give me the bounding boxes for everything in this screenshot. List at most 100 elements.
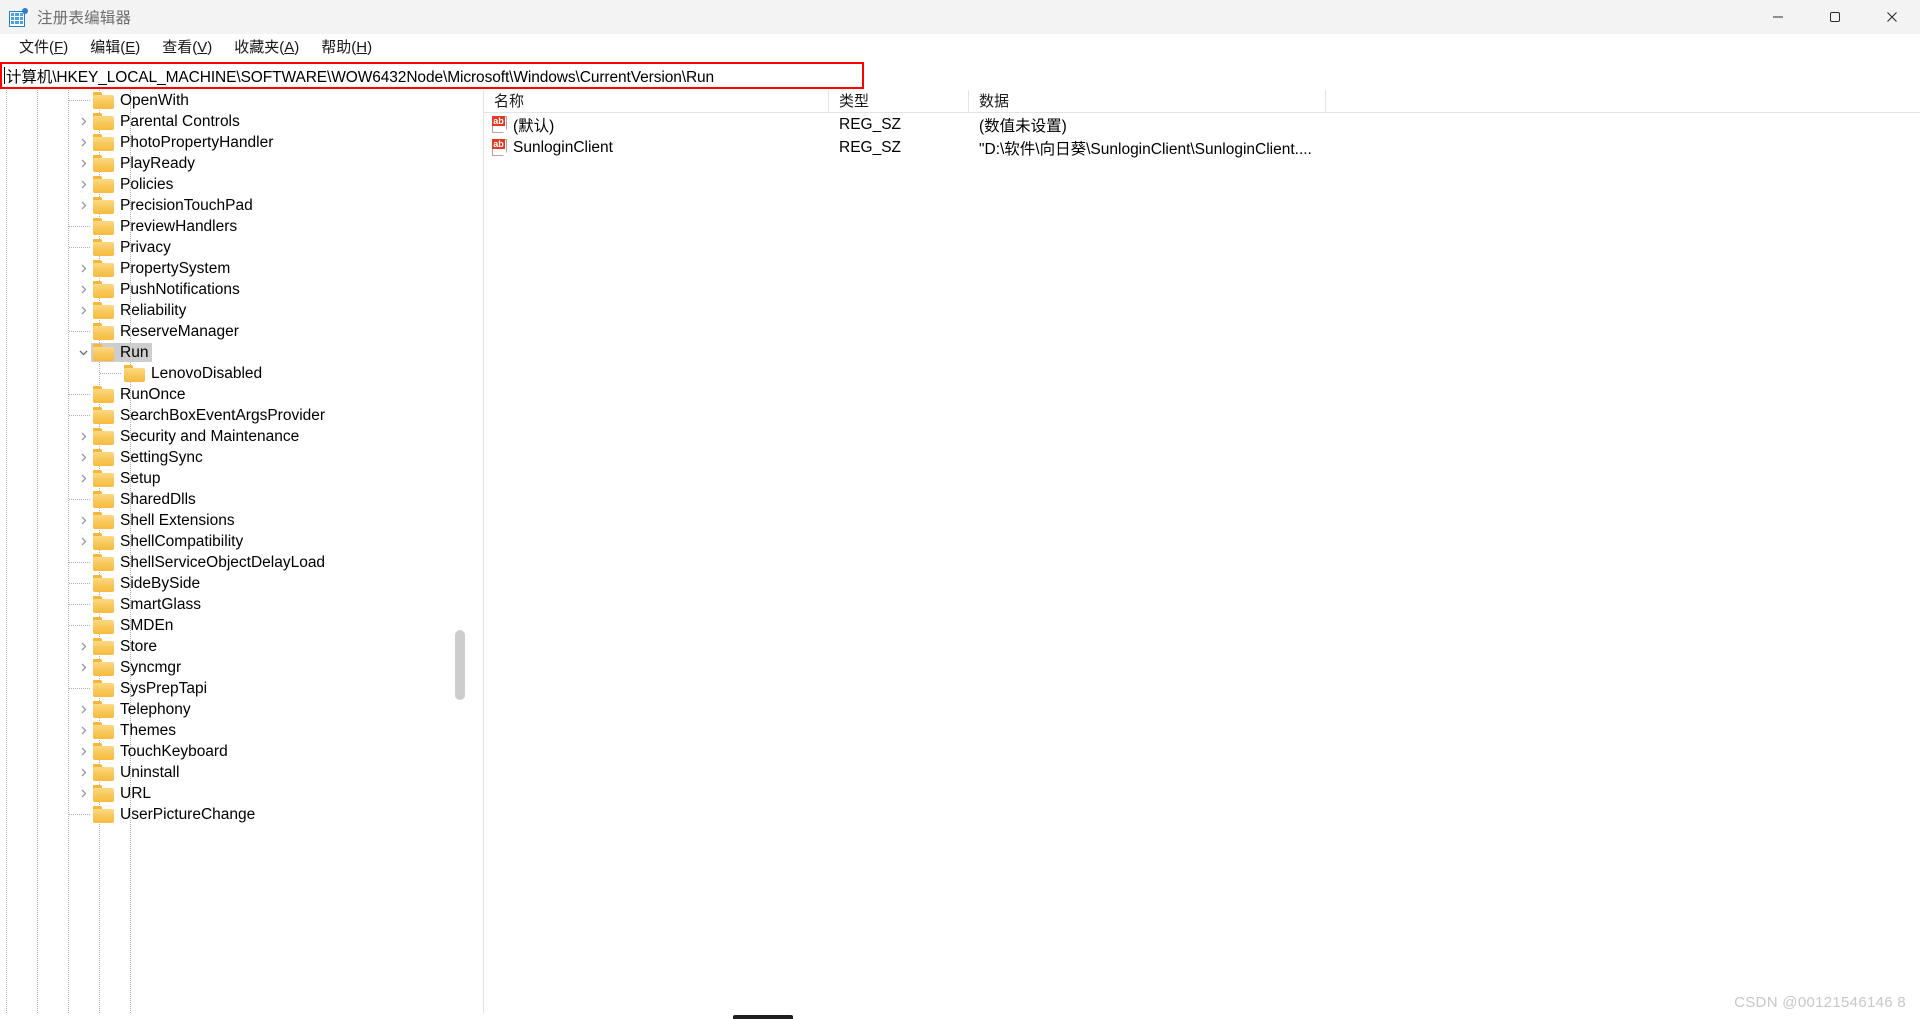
- tree-item-shareddlls[interactable]: SharedDlls: [0, 489, 462, 510]
- tree-item-syncmgr[interactable]: Syncmgr: [0, 657, 462, 678]
- chevron-right-icon[interactable]: [75, 510, 91, 531]
- minimize-button[interactable]: [1749, 0, 1806, 34]
- close-button[interactable]: [1863, 0, 1920, 34]
- tree-item-smartglass[interactable]: SmartGlass: [0, 594, 462, 615]
- tree-item-uninstall[interactable]: Uninstall: [0, 762, 462, 783]
- tree-item-parental-controls[interactable]: Parental Controls: [0, 111, 462, 132]
- tree-item-hit[interactable]: OpenWith: [91, 91, 193, 110]
- tree-item-shell-extensions[interactable]: Shell Extensions: [0, 510, 462, 531]
- tree-item-settingsync[interactable]: SettingSync: [0, 447, 462, 468]
- chevron-right-icon[interactable]: [75, 741, 91, 762]
- tree-item-hit[interactable]: PreviewHandlers: [91, 217, 241, 236]
- tree-item-hit[interactable]: Themes: [91, 721, 180, 740]
- tree-item-shellserviceobjectdelayload[interactable]: ShellServiceObjectDelayLoad: [0, 552, 462, 573]
- tree-item-syspreptapi[interactable]: SysPrepTapi: [0, 678, 462, 699]
- menu-view[interactable]: 查看(V): [151, 36, 223, 60]
- tree-item-hit[interactable]: Telephony: [91, 700, 195, 719]
- chevron-right-icon[interactable]: [75, 300, 91, 321]
- menu-file[interactable]: 文件(F): [8, 36, 79, 60]
- address-input[interactable]: 计算机\HKEY_LOCAL_MACHINE\SOFTWARE\WOW6432N…: [6, 65, 714, 87]
- tree-item-hit[interactable]: PhotoPropertyHandler: [91, 133, 277, 152]
- tree-item-security-and-maintenance[interactable]: Security and Maintenance: [0, 426, 462, 447]
- tree-item-hit[interactable]: Privacy: [91, 238, 175, 257]
- maximize-button[interactable]: [1806, 0, 1863, 34]
- tree-item-hit[interactable]: URL: [91, 784, 155, 803]
- column-header-name[interactable]: 名称: [484, 90, 829, 113]
- tree-item-telephony[interactable]: Telephony: [0, 699, 462, 720]
- tree-item-hit[interactable]: Parental Controls: [91, 112, 244, 131]
- chevron-right-icon[interactable]: [75, 657, 91, 678]
- tree-item-searchboxeventargsprovider[interactable]: SearchBoxEventArgsProvider: [0, 405, 462, 426]
- column-header-type[interactable]: 类型: [829, 90, 969, 113]
- tree-item-hit[interactable]: Store: [91, 637, 161, 656]
- tree-item-hit[interactable]: ShellCompatibility: [91, 532, 247, 551]
- tree-item-hit[interactable]: PushNotifications: [91, 280, 244, 299]
- chevron-right-icon[interactable]: [75, 720, 91, 741]
- tree-item-lenovodisabled[interactable]: LenovoDisabled: [0, 363, 462, 384]
- tree-item-hit[interactable]: SMDEn: [91, 616, 177, 635]
- chevron-right-icon[interactable]: [75, 447, 91, 468]
- chevron-right-icon[interactable]: [75, 195, 91, 216]
- tree-scrollbar-thumb[interactable]: [455, 630, 465, 700]
- tree-item-userpicturechange[interactable]: UserPictureChange: [0, 804, 462, 825]
- tree-item-hit[interactable]: Run: [91, 343, 153, 362]
- tree-item-propertysystem[interactable]: PropertySystem: [0, 258, 462, 279]
- tree-item-hit[interactable]: Uninstall: [91, 763, 183, 782]
- chevron-right-icon[interactable]: [75, 783, 91, 804]
- tree-item-hit[interactable]: SharedDlls: [91, 490, 200, 509]
- chevron-right-icon[interactable]: [75, 636, 91, 657]
- menu-edit[interactable]: 编辑(E): [79, 36, 151, 60]
- address-bar[interactable]: 计算机\HKEY_LOCAL_MACHINE\SOFTWARE\WOW6432N…: [0, 62, 864, 89]
- tree-item-setup[interactable]: Setup: [0, 468, 462, 489]
- tree-item-hit[interactable]: SysPrepTapi: [91, 679, 211, 698]
- tree-item-smden[interactable]: SMDEn: [0, 615, 462, 636]
- tree-item-runonce[interactable]: RunOnce: [0, 384, 462, 405]
- chevron-right-icon[interactable]: [75, 111, 91, 132]
- tree-item-photopropertyhandler[interactable]: PhotoPropertyHandler: [0, 132, 462, 153]
- tree-item-hit[interactable]: TouchKeyboard: [91, 742, 232, 761]
- tree-scrollbar[interactable]: [452, 90, 468, 1019]
- tree-item-previewhandlers[interactable]: PreviewHandlers: [0, 216, 462, 237]
- tree-item-reliability[interactable]: Reliability: [0, 300, 462, 321]
- tree-item-hit[interactable]: LenovoDisabled: [122, 364, 266, 383]
- chevron-right-icon[interactable]: [75, 762, 91, 783]
- chevron-right-icon[interactable]: [75, 153, 91, 174]
- chevron-right-icon[interactable]: [75, 531, 91, 552]
- tree-item-hit[interactable]: Policies: [91, 175, 177, 194]
- tree-item-hit[interactable]: Shell Extensions: [91, 511, 239, 530]
- chevron-right-icon[interactable]: [75, 258, 91, 279]
- tree-item-hit[interactable]: Syncmgr: [91, 658, 185, 677]
- chevron-right-icon[interactable]: [75, 468, 91, 489]
- tree-item-hit[interactable]: Reliability: [91, 301, 190, 320]
- tree-item-hit[interactable]: SideBySide: [91, 574, 204, 593]
- tree-item-reservemanager[interactable]: ReserveManager: [0, 321, 462, 342]
- chevron-down-icon[interactable]: [75, 342, 91, 363]
- tree-item-sidebyside[interactable]: SideBySide: [0, 573, 462, 594]
- tree-item-touchkeyboard[interactable]: TouchKeyboard: [0, 741, 462, 762]
- tree-item-hit[interactable]: Setup: [91, 469, 165, 488]
- chevron-right-icon[interactable]: [75, 426, 91, 447]
- tree-item-hit[interactable]: UserPictureChange: [91, 805, 259, 824]
- chevron-right-icon[interactable]: [75, 699, 91, 720]
- table-row[interactable]: ab SunloginClient REG_SZ "D:\软件\向日葵\Sunlogi…: [484, 136, 1920, 159]
- tree-item-openwith[interactable]: OpenWith: [0, 90, 462, 111]
- tree-item-run[interactable]: Run: [0, 342, 462, 363]
- tree-item-hit[interactable]: SearchBoxEventArgsProvider: [91, 406, 329, 425]
- tree-item-url[interactable]: URL: [0, 783, 462, 804]
- menu-help[interactable]: 帮助(H): [310, 36, 383, 60]
- tree-item-privacy[interactable]: Privacy: [0, 237, 462, 258]
- chevron-right-icon[interactable]: [75, 174, 91, 195]
- tree-item-hit[interactable]: Security and Maintenance: [91, 427, 303, 446]
- tree-item-hit[interactable]: ReserveManager: [91, 322, 243, 341]
- table-row[interactable]: ab (默认) REG_SZ (数值未设置): [484, 113, 1920, 136]
- tree-item-hit[interactable]: RunOnce: [91, 385, 189, 404]
- tree-item-pushnotifications[interactable]: PushNotifications: [0, 279, 462, 300]
- chevron-right-icon[interactable]: [75, 132, 91, 153]
- tree-item-hit[interactable]: PlayReady: [91, 154, 199, 173]
- tree-item-hit[interactable]: PrecisionTouchPad: [91, 196, 257, 215]
- tree-item-hit[interactable]: PropertySystem: [91, 259, 234, 278]
- column-header-data[interactable]: 数据: [969, 90, 1326, 113]
- tree-item-hit[interactable]: ShellServiceObjectDelayLoad: [91, 553, 329, 572]
- menu-favorites[interactable]: 收藏夹(A): [223, 36, 310, 60]
- tree-item-hit[interactable]: SettingSync: [91, 448, 207, 467]
